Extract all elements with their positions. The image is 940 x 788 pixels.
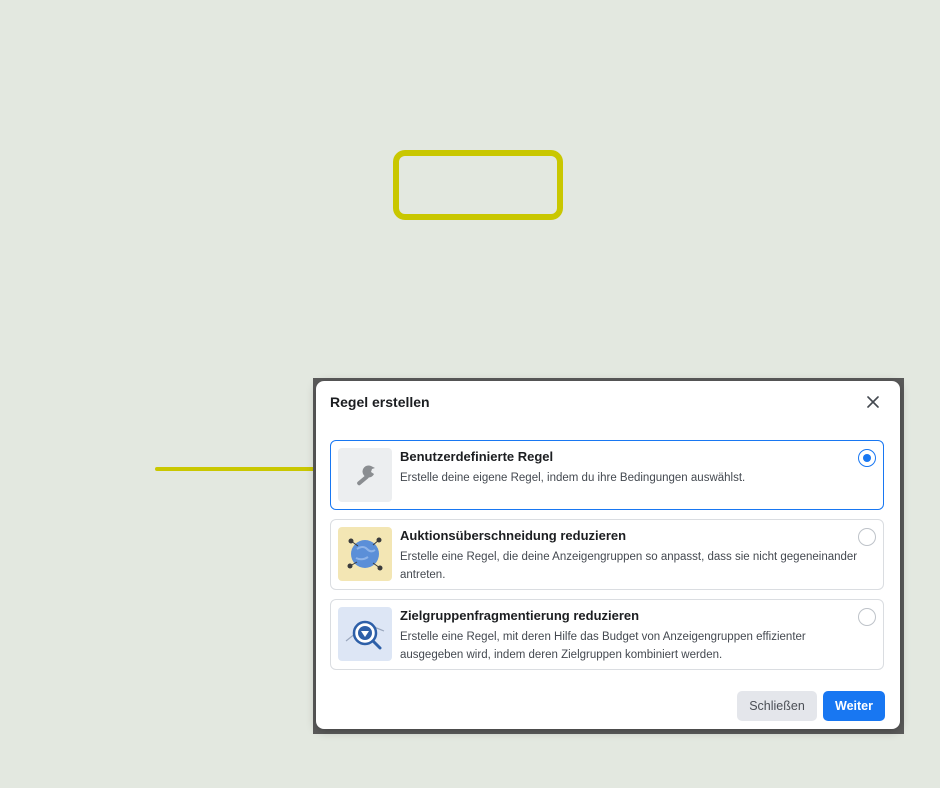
option-custom-rule[interactable]: Benutzerdefinierte Regel Erstelle deine … <box>330 440 884 510</box>
option-description: Erstelle deine eigene Regel, indem du ih… <box>400 472 746 484</box>
option-title: Auktionsüberschneidung reduzieren <box>400 528 627 543</box>
create-rule-dialog: Regel erstellen Benutzerdefinierte Regel… <box>316 381 900 729</box>
option-reduce-audience-fragmentation[interactable]: Zielgruppenfragmentierung reduzieren Ers… <box>330 599 884 670</box>
wrench-icon <box>338 448 392 502</box>
globe-network-icon <box>338 527 392 581</box>
arrow-right-annotation <box>155 459 331 479</box>
option-description: Erstelle eine Regel, mit deren Hilfe das… <box>400 631 806 661</box>
highlight-box-annotation <box>393 150 563 220</box>
radio-selected[interactable] <box>858 449 876 467</box>
target-magnifier-icon <box>338 607 392 661</box>
option-title: Zielgruppenfragmentierung reduzieren <box>400 608 640 623</box>
option-title: Benutzerdefinierte Regel <box>400 449 554 464</box>
radio-unselected[interactable] <box>858 608 876 626</box>
close-button[interactable]: Schließen <box>737 691 817 721</box>
dialog-title: Regel erstellen <box>330 394 430 410</box>
option-description: Erstelle eine Regel, die deine Anzeigeng… <box>400 551 858 581</box>
radio-unselected[interactable] <box>858 528 876 546</box>
next-button[interactable]: Weiter <box>823 691 885 721</box>
option-reduce-auction-overlap[interactable]: Auktionsüberschneidung reduzieren Erstel… <box>330 519 884 590</box>
close-icon[interactable] <box>862 391 884 413</box>
